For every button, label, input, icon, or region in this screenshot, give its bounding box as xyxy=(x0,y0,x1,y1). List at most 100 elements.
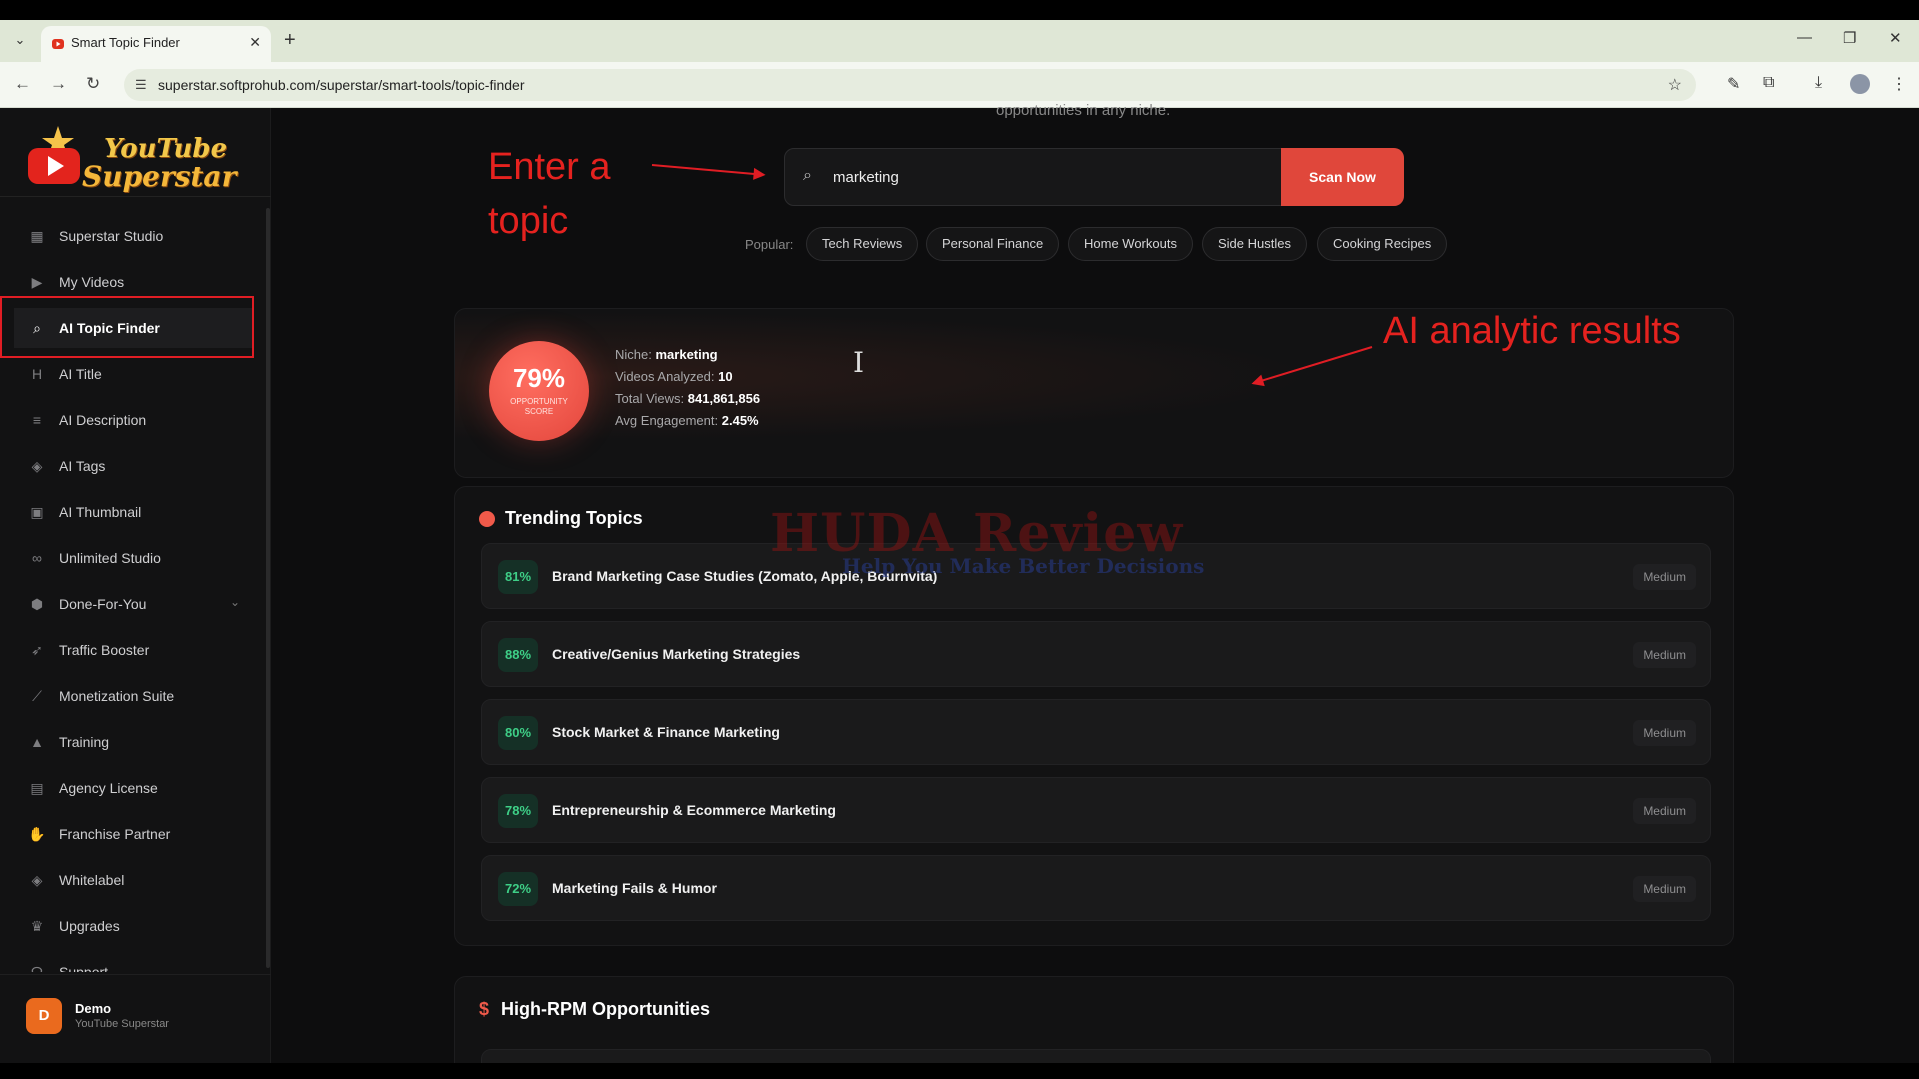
youtube-superstar-logo[interactable]: YouTube Superstar xyxy=(26,114,236,194)
rocket-icon: ➶ xyxy=(31,642,43,658)
scan-now-button[interactable]: Scan Now xyxy=(1281,148,1404,206)
play-circle-icon: ▶ xyxy=(31,274,43,290)
sidebar-item-unlimited-studio[interactable]: ∞ Unlimited Studio xyxy=(14,538,254,578)
new-tab-icon[interactable]: + xyxy=(284,29,296,52)
topic-score-badge: 78% xyxy=(498,794,538,828)
popular-chip[interactable]: Side Hustles xyxy=(1202,227,1307,261)
topic-score-badge: 72% xyxy=(498,872,538,906)
popular-chip[interactable]: Home Workouts xyxy=(1068,227,1193,261)
tab-search-dropdown-icon[interactable]: ⌄ xyxy=(8,28,32,52)
opportunity-score-badge: 79% OPPORTUNITY SCORE xyxy=(489,341,589,441)
address-bar[interactable]: ☰ superstar.softprohub.com/superstar/sma… xyxy=(124,69,1696,101)
topic-score-badge: 80% xyxy=(498,716,538,750)
sidebar-item-support[interactable]: ☊ Support xyxy=(14,952,254,972)
sidebar-item-ai-tags[interactable]: ◈ AI Tags xyxy=(14,446,254,486)
topic-score-badge: 88% xyxy=(498,638,538,672)
tag-icon: ◈ xyxy=(31,458,43,474)
topic-title: Marketing Fails & Humor xyxy=(552,880,717,896)
sidebar-item-traffic-booster[interactable]: ➶ Traffic Booster xyxy=(14,630,254,670)
topic-search-input[interactable] xyxy=(833,164,1273,190)
text-cursor-icon: I xyxy=(853,346,865,379)
site-settings-icon[interactable]: ☰ xyxy=(135,77,147,93)
screen-top-border xyxy=(0,0,1919,20)
forward-icon[interactable]: → xyxy=(50,74,67,94)
stat-avg-engagement: Avg Engagement: 2.45% xyxy=(615,413,759,428)
sidebar-item-label: AI Tags xyxy=(59,458,106,474)
minimize-icon[interactable]: — xyxy=(1797,29,1812,46)
restore-icon[interactable]: ❐ xyxy=(1843,29,1856,47)
back-icon[interactable]: ← xyxy=(14,74,31,94)
browser-toolbar: ← → ↻ ☰ superstar.softprohub.com/superst… xyxy=(0,62,1919,108)
popular-chip[interactable]: Cooking Recipes xyxy=(1317,227,1448,261)
competition-badge: Medium xyxy=(1633,876,1696,902)
topic-title: Creative/Genius Marketing Strategies xyxy=(552,646,801,662)
bookmark-star-icon[interactable]: ☆ xyxy=(1668,75,1682,95)
sidebar-divider xyxy=(0,196,271,197)
chevron-down-icon: ⌄ xyxy=(229,595,240,609)
avatar: D xyxy=(26,998,62,1034)
sidebar-item-label: Support xyxy=(59,964,109,972)
sidebar-item-label: AI Thumbnail xyxy=(59,504,142,520)
popular-chip[interactable]: Personal Finance xyxy=(926,227,1060,261)
sidebar-item-whitelabel[interactable]: ◈ Whitelabel xyxy=(14,860,254,900)
sidebar-item-agency-license[interactable]: ▤ Agency License xyxy=(14,768,254,808)
sidebar-item-label: My Videos xyxy=(59,274,125,290)
annotation-arrow-left xyxy=(651,164,764,176)
trending-topic-row[interactable]: 88% Creative/Genius Marketing Strategies… xyxy=(481,621,1711,687)
stat-value: 2.45% xyxy=(721,413,759,428)
sidebar-item-label: Upgrades xyxy=(59,918,120,934)
fire-icon xyxy=(479,511,495,527)
sidebar-item-done-for-you[interactable]: ⬢ Done-For-You ⌄ xyxy=(14,584,254,624)
close-tab-icon[interactable]: ✕ xyxy=(249,34,261,51)
close-window-icon[interactable]: ✕ xyxy=(1889,29,1902,47)
url-text: superstar.softprohub.com/superstar/smart… xyxy=(158,77,525,93)
topic-title: Entrepreneurship & Ecommerce Marketing xyxy=(552,802,836,818)
reload-icon[interactable]: ↻ xyxy=(86,74,100,94)
sidebar-item-ai-description[interactable]: ≡ AI Description xyxy=(14,400,254,440)
chart-line-icon: ⟋ xyxy=(32,688,42,704)
browser-tab-active[interactable]: Smart Topic Finder ✕ xyxy=(41,26,271,62)
handshake-icon: ✋ xyxy=(28,826,46,842)
sidebar-item-training[interactable]: ▲ Training xyxy=(14,722,254,762)
sidebar-item-label: Traffic Booster xyxy=(59,642,150,658)
heading-icon: H xyxy=(31,366,43,382)
sidebar-item-label: Monetization Suite xyxy=(59,688,175,704)
menu-kebab-icon[interactable]: ⋮ xyxy=(1891,74,1907,94)
headset-icon: ☊ xyxy=(30,964,44,972)
sidebar-item-label: AI Description xyxy=(59,412,147,428)
trending-topic-row[interactable]: 78% Entrepreneurship & Ecommerce Marketi… xyxy=(481,777,1711,843)
stat-value: 841,861,856 xyxy=(687,391,761,406)
sidebar-item-label: Unlimited Studio xyxy=(59,550,161,566)
popular-chip[interactable]: Tech Reviews xyxy=(806,227,919,261)
opportunity-score-value: 79% xyxy=(512,363,566,393)
sidebar-item-superstar-studio[interactable]: ▦ Superstar Studio xyxy=(14,216,254,256)
graduation-cap-icon: ▲ xyxy=(30,734,44,750)
topic-title: Stock Market & Finance Marketing xyxy=(552,724,780,740)
sidebar-item-franchise-partner[interactable]: ✋ Franchise Partner xyxy=(14,814,254,854)
tag-icon: ◈ xyxy=(31,872,43,888)
extensions-icon[interactable]: ⧉ xyxy=(1763,74,1774,92)
sidebar-item-monetization-suite[interactable]: ⟋ Monetization Suite xyxy=(14,676,254,716)
sidebar-item-ai-title[interactable]: H AI Title xyxy=(14,354,254,394)
sidebar-item-label: Agency License xyxy=(59,780,158,796)
trending-topic-row[interactable]: 80% Stock Market & Finance Marketing Med… xyxy=(481,699,1711,765)
sidebar-item-upgrades[interactable]: ♛ Upgrades xyxy=(14,906,254,946)
topic-search-box: ⌕ Scan Now xyxy=(784,148,1404,206)
download-icon[interactable]: ⤓ xyxy=(1815,74,1822,92)
high-rpm-title: High-RPM Opportunities xyxy=(501,999,710,1019)
user-profile[interactable]: D Demo YouTube Superstar xyxy=(26,998,256,1038)
logo-play-icon xyxy=(28,126,80,184)
building-icon: ▤ xyxy=(30,780,44,796)
stat-total-views: Total Views: 841,861,856 xyxy=(615,391,760,406)
profile-avatar-icon[interactable] xyxy=(1850,74,1870,94)
sidebar-item-ai-thumbnail[interactable]: ▣ AI Thumbnail xyxy=(14,492,254,532)
pen-icon[interactable]: ✎ xyxy=(1727,74,1740,94)
sidebar-item-label: Training xyxy=(59,734,110,750)
trending-topic-row[interactable]: 72% Marketing Fails & Humor Medium xyxy=(481,855,1711,921)
stat-niche: Niche: marketing xyxy=(615,347,718,362)
competition-badge: Medium xyxy=(1633,564,1696,590)
sidebar-footer-divider xyxy=(0,974,271,975)
stat-label: Videos Analyzed: xyxy=(615,369,715,384)
sidebar-scrollbar[interactable] xyxy=(266,208,270,968)
opportunity-score-caption: OPPORTUNITY SCORE xyxy=(510,397,568,416)
